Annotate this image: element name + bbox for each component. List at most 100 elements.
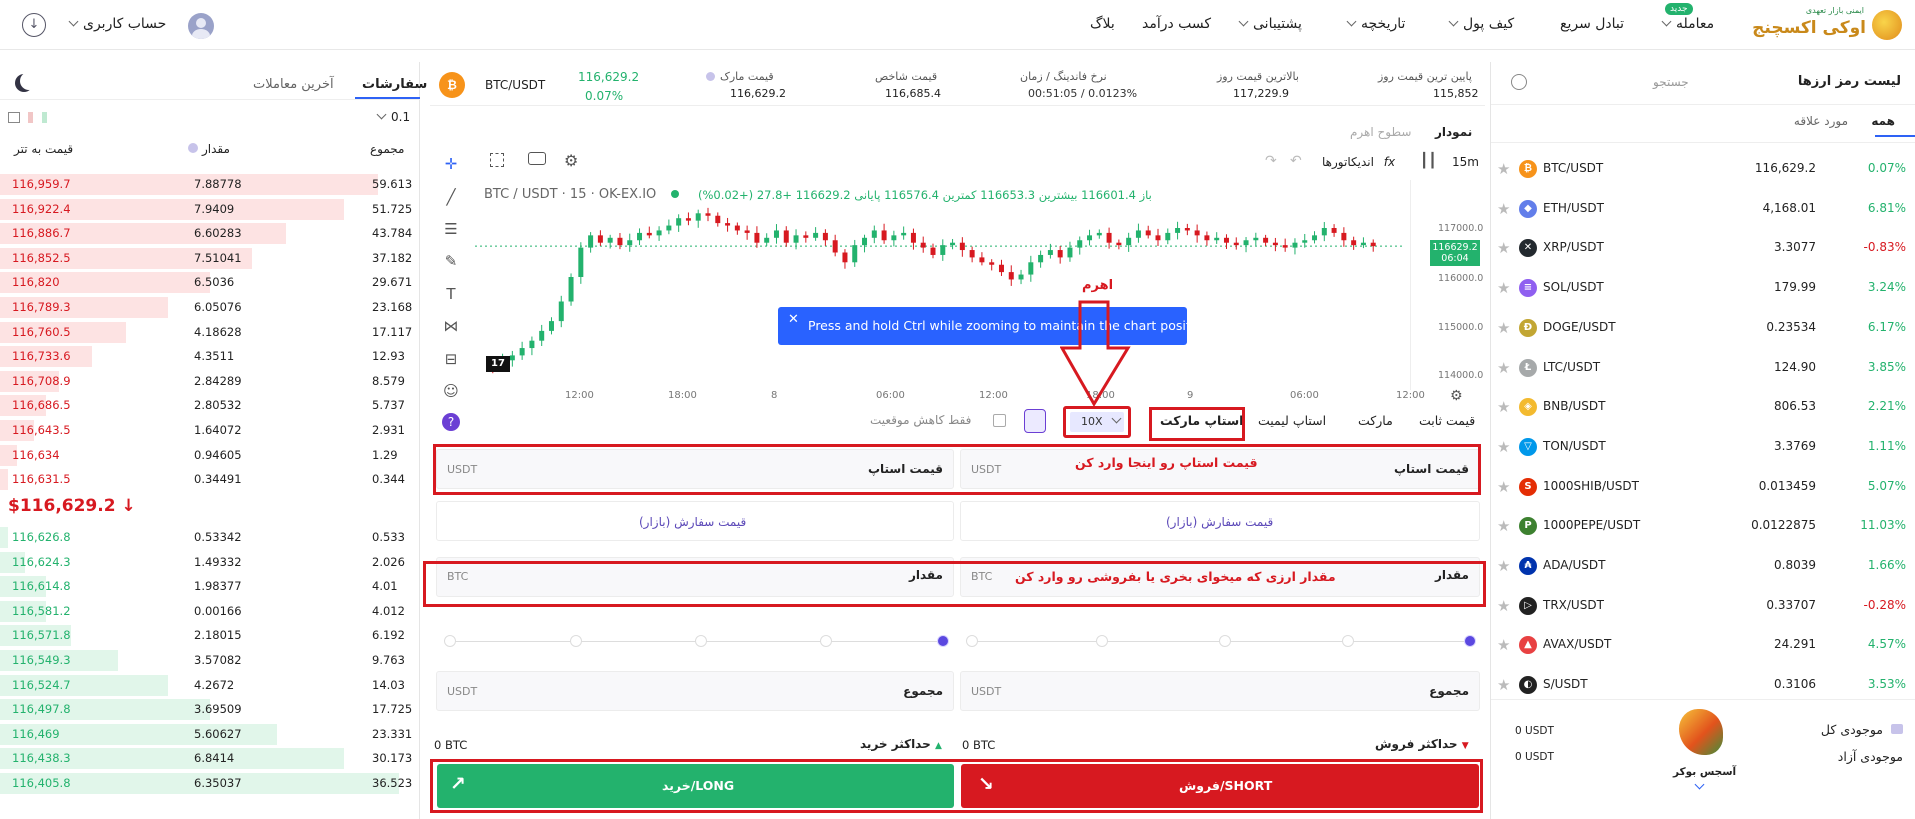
reduce-only-checkbox[interactable] <box>993 414 1006 427</box>
market-row[interactable]: ★ ▷ TRX/USDT 0.33707 -0.28% <box>1491 587 1915 627</box>
pattern-icon[interactable]: ⋈ <box>440 317 462 337</box>
download-icon[interactable]: ↓ <box>22 13 46 37</box>
market-row[interactable]: ★ ₳ ADA/USDT 0.8039 1.66% <box>1491 547 1915 587</box>
star-icon[interactable]: ★ <box>1497 557 1510 575</box>
star-icon[interactable]: ★ <box>1497 239 1510 257</box>
order-price-buy-field[interactable]: قیمت سفارش (بازار) <box>436 501 954 541</box>
bid-row[interactable]: 116,438.3 6.8414 30.173 <box>0 746 420 770</box>
ask-row[interactable]: 116,852.5 7.51041 37.182 <box>0 246 420 270</box>
ask-row[interactable]: 116,789.3 6.05076 23.168 <box>0 295 420 319</box>
order-type-market[interactable]: مارکت <box>1358 413 1393 428</box>
order-type-limit[interactable]: قیمت ثابت <box>1419 413 1475 428</box>
nav-history[interactable]: تاریخچه <box>1346 16 1405 32</box>
stop-price-buy-field[interactable]: قیمت استاپ USDT <box>436 449 954 489</box>
market-row[interactable]: ★ Ł LTC/USDT 124.90 3.85% <box>1491 349 1915 389</box>
brush-icon[interactable]: ✎ <box>440 252 462 272</box>
bid-row[interactable]: 116,614.8 1.98377 4.01 <box>0 574 420 598</box>
bid-row[interactable]: 116,469 5.60627 23.331 <box>0 722 420 746</box>
view-asks-icon[interactable] <box>42 112 47 123</box>
price-chart[interactable] <box>475 180 1410 410</box>
ask-row[interactable]: 116,922.4 7.9409 51.725 <box>0 197 420 221</box>
buy-slider-dot[interactable] <box>570 635 582 647</box>
account-menu[interactable]: حساب کاربری <box>68 16 166 32</box>
buy-slider-dot[interactable] <box>695 635 707 647</box>
star-icon[interactable]: ★ <box>1497 517 1510 535</box>
order-type-stop-market[interactable]: استاپ مارکت <box>1160 413 1243 428</box>
market-row[interactable]: ★ ◆ ETH/USDT 4,168.01 6.81% <box>1491 190 1915 230</box>
crosshair-icon[interactable]: ✛ <box>440 155 462 175</box>
total-sell-field[interactable]: مجموع USDT <box>960 671 1480 711</box>
star-icon[interactable]: ★ <box>1497 398 1510 416</box>
market-row[interactable]: ★ P 1000PEPE/USDT 0.0122875 11.03% <box>1491 507 1915 547</box>
ask-row[interactable]: 116,820 6.5036 29.671 <box>0 270 420 294</box>
ask-row[interactable]: 116,733.6 4.3511 12.93 <box>0 344 420 368</box>
buy-slider-dot[interactable] <box>444 635 456 647</box>
undo-icon[interactable]: ↶ <box>1290 153 1302 169</box>
tab-favorites[interactable]: مورد علاقه <box>1794 114 1848 128</box>
bid-row[interactable]: 116,626.8 0.53342 0.533 <box>0 525 420 549</box>
bid-row[interactable]: 116,624.3 1.49332 2.026 <box>0 550 420 574</box>
sell-slider-dot[interactable] <box>1342 635 1354 647</box>
ask-row[interactable]: 116,631.5 0.34491 0.344 <box>0 467 420 491</box>
tab-orders[interactable]: سفارشات <box>362 77 427 92</box>
theme-toggle-icon[interactable] <box>20 72 38 90</box>
nav-earn[interactable]: کسب درآمد <box>1142 16 1211 32</box>
star-icon[interactable]: ★ <box>1497 160 1510 178</box>
star-icon[interactable]: ★ <box>1497 359 1510 377</box>
ask-row[interactable]: 116,760.5 4.18628 17.117 <box>0 320 420 344</box>
star-icon[interactable]: ★ <box>1497 478 1510 496</box>
star-icon[interactable]: ★ <box>1497 319 1510 337</box>
amount-buy-field[interactable]: مقدار BTC <box>436 557 954 597</box>
nav-swap[interactable]: تبادل سریع <box>1560 16 1624 32</box>
ask-row[interactable]: 116,686.5 2.80532 5.737 <box>0 393 420 417</box>
mid-price[interactable]: $116,629.2 ↓ <box>8 496 136 516</box>
long-buy-button[interactable]: ↗ خرید/LONG <box>437 764 954 808</box>
bid-row[interactable]: 116,571.8 2.18015 6.192 <box>0 623 420 647</box>
star-icon[interactable]: ★ <box>1497 676 1510 694</box>
sell-slider-dot[interactable] <box>966 635 978 647</box>
interval-select[interactable]: 15m <box>1452 155 1479 169</box>
bid-row[interactable]: 116,405.8 6.35037 36.523 <box>0 771 420 795</box>
short-sell-button[interactable]: ↘ فروش/SHORT <box>961 764 1479 808</box>
bid-row[interactable]: 116,497.8 3.69509 17.725 <box>0 697 420 721</box>
tab-leverage-levels[interactable]: سطوح اهرم <box>1350 125 1411 139</box>
market-row[interactable]: ★ ≡ SOL/USDT 179.99 3.24% <box>1491 269 1915 309</box>
buy-slider-dot[interactable] <box>937 635 949 647</box>
order-price-sell-field[interactable]: قیمت سفارش (بازار) <box>960 501 1480 541</box>
star-icon[interactable]: ★ <box>1497 636 1510 654</box>
market-row[interactable]: ★ ◐ S/USDT 0.3106 3.53% <box>1491 666 1915 706</box>
view-both-icon[interactable] <box>8 112 20 123</box>
nav-support[interactable]: پشتیبانی <box>1238 16 1302 32</box>
star-icon[interactable]: ★ <box>1497 200 1510 218</box>
ask-row[interactable]: 116,634 0.94605 1.29 <box>0 443 420 467</box>
bid-row[interactable]: 116,549.3 3.57082 9.763 <box>0 648 420 672</box>
text-tool-icon[interactable]: T <box>440 285 462 305</box>
sell-slider-dot[interactable] <box>1096 635 1108 647</box>
leverage-select[interactable]: 10X <box>1063 406 1131 438</box>
help-icon[interactable]: ? <box>440 412 462 432</box>
sell-slider-dot[interactable] <box>1464 635 1476 647</box>
search-input[interactable]: جستجو <box>1653 75 1689 89</box>
emoji-icon[interactable]: ☺ <box>440 382 462 402</box>
bid-row[interactable]: 116,581.2 0.00166 4.012 <box>0 599 420 623</box>
search-toggle-icon[interactable] <box>1511 74 1527 90</box>
close-icon[interactable]: ✕ <box>788 312 799 327</box>
market-row[interactable]: ★ ✕ XRP/USDT 3.3077 -0.83% <box>1491 229 1915 269</box>
view-bids-icon[interactable] <box>28 112 33 123</box>
calculator-icon[interactable] <box>1024 409 1046 433</box>
market-row[interactable]: ★ ◈ BNB/USDT 806.53 2.21% <box>1491 388 1915 428</box>
ask-row[interactable]: 116,959.7 7.88778 59.613 <box>0 172 420 196</box>
measure-icon[interactable]: ⊟ <box>440 350 462 370</box>
market-row[interactable]: ★ ₿ BTC/USDT 116,629.2 0.07% <box>1491 150 1915 190</box>
nav-wallet[interactable]: کیف پول <box>1448 16 1514 32</box>
redo-icon[interactable]: ↷ <box>1265 153 1277 169</box>
candle-type-icon[interactable]: ┃┃ <box>1420 153 1437 169</box>
market-row[interactable]: ★ Ð DOGE/USDT 0.23534 6.17% <box>1491 309 1915 349</box>
bid-row[interactable]: 116,524.7 4.2672 14.03 <box>0 673 420 697</box>
total-buy-field[interactable]: مجموع USDT <box>436 671 954 711</box>
market-row[interactable]: ★ ▲ AVAX/USDT 24.291 4.57% <box>1491 626 1915 666</box>
fullscreen-icon[interactable] <box>490 153 504 167</box>
avatar[interactable] <box>188 13 214 39</box>
market-row[interactable]: ★ ▽ TON/USDT 3.3769 1.11% <box>1491 428 1915 468</box>
ask-row[interactable]: 116,643.5 1.64072 2.931 <box>0 418 420 442</box>
